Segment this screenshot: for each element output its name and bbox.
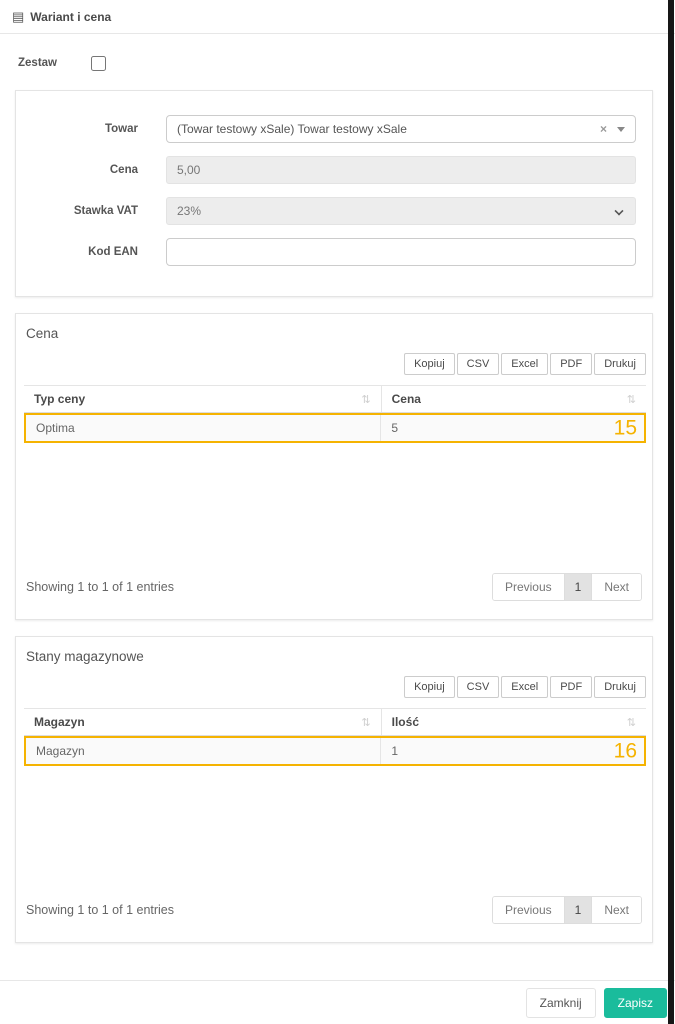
column-header-magazyn[interactable]: Magazyn ⇅ — [24, 709, 382, 735]
cena-field: 5,00 — [166, 156, 636, 184]
stawka-vat-row: Stawka VAT 23% — [16, 197, 652, 225]
print-button[interactable]: Drukuj — [594, 676, 646, 698]
column-label: Typ ceny — [34, 392, 86, 406]
table-empty-area — [24, 443, 646, 563]
table-header: Magazyn ⇅ Ilość ⇅ — [24, 708, 646, 736]
cena-row: Cena 5,00 — [16, 156, 652, 184]
stany-magazynowe-section: Stany magazynowe Kopiuj CSV Excel PDF Drukuj… — [15, 636, 653, 943]
page-number-button[interactable]: 1 — [563, 574, 593, 600]
kod-ean-row: Kod EAN — [16, 238, 652, 266]
save-button[interactable]: Zapisz — [603, 987, 667, 1018]
copy-button[interactable]: Kopiuj — [404, 353, 455, 375]
cell-cena: 5 — [391, 421, 399, 435]
table-icon: ▤ — [12, 9, 25, 24]
table-row[interactable]: Optima 5 15 — [24, 413, 646, 443]
cena-section: Cena Kopiuj CSV Excel PDF Drukuj Typ ceny ⇅ … — [15, 313, 653, 620]
export-buttons: Kopiuj CSV Excel PDF Drukuj — [16, 353, 646, 375]
column-label: Ilość — [391, 715, 419, 729]
chevron-down-icon — [614, 206, 624, 216]
cena-label: Cena — [109, 164, 138, 176]
section-title: Stany magazynowe — [26, 649, 144, 664]
cell-typ-ceny: Optima — [26, 415, 382, 441]
table-empty-area — [24, 766, 646, 886]
entries-info: Showing 1 to 1 of 1 entries — [26, 580, 175, 594]
window-edge — [668, 0, 674, 1024]
stawka-vat-value: 23% — [177, 204, 202, 218]
table-footer: Showing 1 to 1 of 1 entries Previous 1 N… — [16, 563, 652, 619]
zestaw-row: Zestaw — [18, 54, 675, 72]
towar-label: Towar — [104, 123, 138, 135]
modal-header: ▤ Wariant i cena — [0, 0, 675, 34]
cell-ilosc: 1 — [391, 744, 399, 758]
variant-form-card: Towar (Towar testowy xSale) Towar testow… — [15, 90, 653, 297]
sort-icon[interactable]: ⇅ — [627, 716, 636, 729]
pagination: Previous 1 Next — [491, 573, 642, 601]
zestaw-label: Zestaw — [18, 57, 57, 69]
table-header: Typ ceny ⇅ Cena ⇅ — [24, 385, 646, 413]
table-footer: Showing 1 to 1 of 1 entries Previous 1 N… — [16, 886, 652, 942]
column-header-ilosc[interactable]: Ilość ⇅ — [382, 709, 646, 735]
csv-button[interactable]: CSV — [456, 353, 500, 375]
modal-title: Wariant i cena — [30, 9, 112, 24]
previous-button[interactable]: Previous — [492, 574, 564, 600]
chevron-down-icon[interactable] — [617, 126, 625, 132]
excel-button[interactable]: Excel — [501, 353, 549, 375]
table-row[interactable]: Magazyn 1 16 — [24, 736, 646, 766]
page-number-button[interactable]: 1 — [563, 897, 593, 923]
pagination: Previous 1 Next — [491, 896, 642, 924]
stawka-vat-select[interactable]: 23% — [166, 197, 636, 225]
cena-table: Typ ceny ⇅ Cena ⇅ Optima 5 15 — [24, 385, 646, 563]
column-header-cena[interactable]: Cena ⇅ — [382, 386, 646, 412]
cell-magazyn: Magazyn — [26, 738, 382, 764]
column-label: Cena — [391, 392, 421, 406]
towar-row: Towar (Towar testowy xSale) Towar testow… — [16, 115, 652, 143]
pdf-button[interactable]: PDF — [550, 676, 593, 698]
stany-table: Magazyn ⇅ Ilość ⇅ Magazyn 1 16 — [24, 708, 646, 886]
pdf-button[interactable]: PDF — [550, 353, 593, 375]
clear-selection-icon[interactable]: × — [600, 122, 607, 136]
entries-info: Showing 1 to 1 of 1 entries — [26, 903, 175, 917]
sort-icon[interactable]: ⇅ — [361, 393, 370, 406]
next-button[interactable]: Next — [592, 574, 641, 600]
previous-button[interactable]: Previous — [492, 897, 564, 923]
excel-button[interactable]: Excel — [501, 676, 549, 698]
column-header-typ-ceny[interactable]: Typ ceny ⇅ — [24, 386, 382, 412]
annotation-label: 16 — [613, 739, 637, 763]
zestaw-checkbox[interactable] — [91, 55, 106, 71]
export-buttons: Kopiuj CSV Excel PDF Drukuj — [16, 676, 646, 698]
close-button[interactable]: Zamknij — [525, 987, 596, 1018]
sort-icon[interactable]: ⇅ — [361, 716, 370, 729]
sort-icon[interactable]: ⇅ — [627, 393, 636, 406]
next-button[interactable]: Next — [592, 897, 641, 923]
stawka-vat-label: Stawka VAT — [73, 205, 138, 217]
annotation-label: 15 — [613, 416, 637, 440]
copy-button[interactable]: Kopiuj — [404, 676, 455, 698]
kod-ean-label: Kod EAN — [88, 246, 138, 258]
towar-selected-value: (Towar testowy xSale) Towar testowy xSal… — [177, 122, 407, 136]
section-title: Cena — [26, 326, 59, 341]
kod-ean-input[interactable] — [166, 238, 636, 266]
csv-button[interactable]: CSV — [456, 676, 500, 698]
modal-footer: Zamknij Zapisz — [0, 980, 675, 1024]
column-label: Magazyn — [34, 715, 85, 729]
towar-select[interactable]: (Towar testowy xSale) Towar testowy xSal… — [166, 115, 636, 143]
print-button[interactable]: Drukuj — [594, 353, 646, 375]
